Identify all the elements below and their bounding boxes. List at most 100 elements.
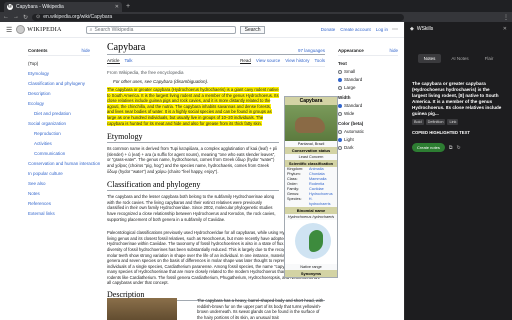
donate-link[interactable]: Donate — [321, 27, 336, 32]
capybara-photo[interactable] — [285, 105, 337, 141]
classification-heading: Classification and phylogeny — [107, 180, 279, 192]
search-input[interactable]: ⌕ Search Wikipedia — [85, 25, 236, 34]
option-label: Dark — [344, 145, 354, 150]
option-label: Small — [344, 69, 356, 74]
highlighted-text[interactable]: The capybara or greater capybara (Hydroc… — [107, 87, 279, 126]
url-text: en.wikipedia.org/wiki/Capybara — [43, 14, 113, 20]
radio-selected-icon — [338, 137, 342, 142]
option-label: Automatic — [344, 129, 365, 134]
panel-tabs: Notes AI Notes Flair — [405, 54, 512, 63]
text-standard-option[interactable]: Standard — [338, 77, 398, 82]
link-chip[interactable]: Link — [447, 119, 459, 125]
description-photo[interactable] — [107, 298, 177, 320]
toc-item[interactable]: See also — [28, 181, 90, 186]
wikipedia-logo[interactable]: WIKIPEDIA — [16, 25, 61, 34]
tab-flair[interactable]: Flair — [479, 54, 500, 63]
refresh-icon[interactable]: ↻ — [456, 145, 460, 151]
panel-header: ◆ WSkills ✕ — [405, 22, 512, 36]
infobox: Capybara Pantanal, Brazil Conservation s… — [284, 96, 338, 278]
text-small-option[interactable]: Small — [338, 69, 398, 74]
language-button[interactable]: 97 languages — [298, 48, 325, 53]
format-chips: Bold Definition Link — [405, 119, 512, 125]
tab-article[interactable]: Article — [107, 58, 120, 64]
close-tab-icon[interactable]: ✕ — [115, 4, 119, 10]
back-icon[interactable]: ← — [3, 14, 9, 20]
toc-item[interactable]: Conservation and human interaction — [28, 161, 100, 166]
copy-icon[interactable]: ⧉ — [449, 145, 453, 151]
classification-taxon[interactable]: H. hydrochaeris — [309, 197, 335, 207]
synonyms-header[interactable]: Synonyms — [285, 270, 337, 277]
toc-item[interactable]: Diet and predation — [34, 111, 90, 116]
new-tab-icon[interactable]: + — [126, 3, 130, 10]
toc-item[interactable]: Description — [28, 91, 90, 96]
table-of-contents: Contents hide (Top) Etymology Classificati… — [28, 48, 100, 216]
article-title: Capybara — [107, 42, 146, 53]
color-dark-option[interactable]: Dark — [338, 145, 398, 150]
width-standard-option[interactable]: Standard — [338, 103, 398, 108]
appearance-hide-button[interactable]: hide — [389, 48, 398, 53]
etymology-paragraph: Its common name is derived from Tupi ka'… — [107, 146, 278, 174]
classification-row: Species: H. hydrochaeris — [285, 197, 337, 207]
range-map[interactable] — [285, 220, 337, 264]
toc-hide-button[interactable]: hide — [81, 48, 90, 53]
toc-item[interactable]: In popular culture — [28, 171, 90, 176]
search-placeholder: Search Wikipedia — [94, 26, 134, 33]
personal-links: Donate Create account Log in — [321, 27, 388, 32]
classification-paragraph: The capybara and the lesser capybara bot… — [107, 194, 276, 222]
option-label: Wide — [344, 111, 355, 116]
appearance-panel: Appearance hide Text Small Standard Larg… — [338, 48, 398, 150]
toc-item[interactable]: Ecology — [28, 101, 90, 106]
toc-item[interactable]: Notes — [28, 191, 90, 196]
toc-item[interactable]: External links — [28, 211, 90, 216]
tab-tools[interactable]: Tools — [314, 58, 325, 64]
description-paragraph: The capybara has a heavy, barrel-shaped … — [197, 298, 324, 320]
create-account-link[interactable]: Create account — [340, 27, 371, 32]
tab-title: Capybara - Wikipedia — [16, 4, 64, 10]
text-size-label: Text — [338, 61, 347, 66]
width-wide-option[interactable]: Wide — [338, 111, 398, 116]
option-label: Standard — [344, 77, 363, 82]
capybara-shape — [295, 117, 325, 133]
tab-talk[interactable]: Talk — [125, 58, 133, 64]
tab-notes[interactable]: Notes — [417, 54, 442, 63]
option-label: Light — [344, 137, 354, 142]
text-large-option[interactable]: Large — [338, 85, 398, 90]
site-info-icon[interactable]: ⊙ — [36, 14, 40, 20]
tab-read[interactable]: Read — [240, 58, 251, 64]
toc-title: Contents — [28, 48, 48, 53]
close-panel-icon[interactable]: ✕ — [503, 26, 507, 32]
address-bar[interactable]: ⊙ en.wikipedia.org/wiki/Capybara — [32, 13, 405, 21]
extensions-icon[interactable]: ⋮ — [503, 14, 509, 21]
radio-icon — [338, 129, 342, 134]
log-in-link[interactable]: Log in — [376, 27, 388, 32]
reload-icon[interactable]: ↻ — [23, 14, 28, 21]
panel-actions: Create notes ⧉ ↻ — [405, 143, 512, 152]
color-light-option[interactable]: Light — [338, 137, 398, 142]
bold-chip[interactable]: Bold — [412, 119, 424, 125]
more-options-icon[interactable]: ⋯ — [392, 26, 398, 33]
forward-icon[interactable]: → — [13, 14, 19, 20]
toc-item[interactable]: Etymology — [28, 71, 90, 76]
toc-item[interactable]: Activities — [34, 141, 90, 146]
toc-item[interactable]: (Top) — [28, 61, 90, 66]
tab-view-source[interactable]: View source — [256, 58, 280, 64]
create-notes-button[interactable]: Create notes — [412, 143, 445, 152]
browser-tab[interactable]: W Capybara - Wikipedia ✕ — [4, 2, 122, 12]
color-automatic-option[interactable]: Automatic — [338, 129, 398, 134]
main-menu-icon[interactable]: ☰ — [6, 26, 12, 34]
tab-ai-notes[interactable]: AI Notes — [445, 54, 474, 63]
conservation-status-header: Conservation status — [285, 147, 337, 154]
definition-chip[interactable]: Definition — [425, 119, 446, 125]
toc-item[interactable]: Classification and phylogeny — [28, 81, 90, 86]
tab-view-history[interactable]: View history — [285, 58, 309, 64]
toc-item[interactable]: Communication — [34, 151, 90, 156]
toc-item[interactable]: Reproduction — [34, 131, 90, 136]
side-panel: ◆ WSkills ✕ Notes AI Notes Flair The cap… — [404, 22, 512, 320]
wikipedia-globe-icon — [16, 25, 26, 34]
width-label: Width — [338, 95, 351, 100]
toc-item[interactable]: References — [28, 201, 90, 206]
search-button[interactable]: Search — [239, 25, 266, 34]
article-tabs: Article Talk Read View source View histo… — [107, 58, 325, 67]
radio-icon — [338, 69, 342, 74]
toc-item[interactable]: Social organization — [28, 121, 90, 126]
